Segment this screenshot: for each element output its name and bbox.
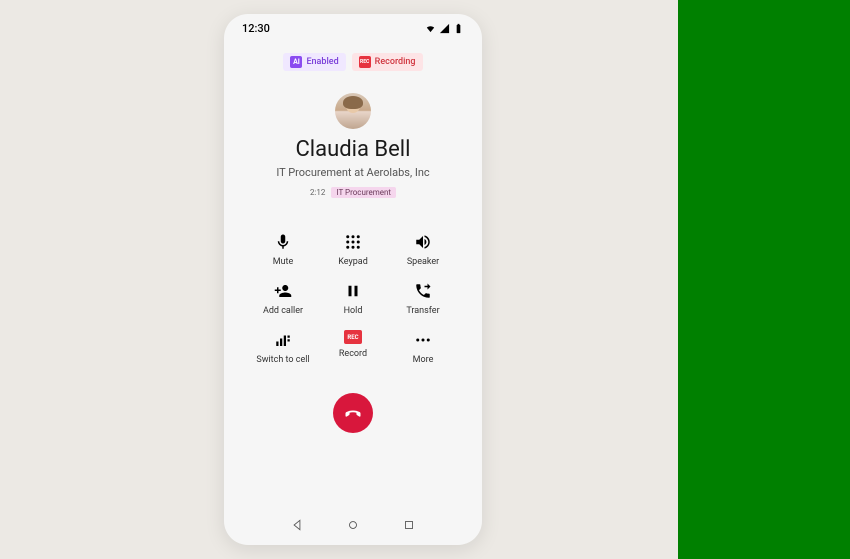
switch-to-cell-button[interactable]: Switch to cell	[248, 330, 318, 365]
hangup-icon	[343, 403, 363, 423]
mute-label: Mute	[273, 257, 294, 267]
status-badges: AI Enabled REC Recording	[224, 53, 482, 71]
status-time: 12:30	[242, 22, 270, 35]
add-person-icon	[273, 281, 293, 301]
more-icon	[413, 330, 433, 350]
add-caller-label: Add caller	[263, 306, 303, 316]
signal-icon	[439, 23, 450, 34]
nav-back-button[interactable]	[290, 518, 304, 532]
keypad-icon	[343, 232, 363, 252]
ai-enabled-badge: AI Enabled	[283, 53, 345, 71]
battery-icon	[453, 23, 464, 34]
record-button[interactable]: REC Record	[318, 330, 388, 365]
recording-badge: REC Recording	[352, 53, 423, 71]
speaker-icon	[413, 232, 433, 252]
triangle-back-icon	[290, 518, 304, 532]
nav-recent-button[interactable]	[402, 518, 416, 532]
mic-icon	[273, 232, 293, 252]
call-tag: IT Procurement	[331, 187, 396, 198]
ai-icon: AI	[290, 56, 302, 68]
ai-enabled-label: Enabled	[306, 57, 338, 67]
keypad-label: Keypad	[338, 257, 368, 267]
transfer-icon	[413, 281, 433, 301]
call-controls-grid: Mute Keypad Speaker Add caller Hold	[248, 232, 458, 365]
avatar	[335, 93, 371, 129]
android-nav-bar	[224, 505, 482, 545]
recording-label: Recording	[375, 57, 416, 67]
call-meta: 2:12 IT Procurement	[224, 187, 482, 198]
transfer-button[interactable]: Transfer	[388, 281, 458, 316]
mute-button[interactable]: Mute	[248, 232, 318, 267]
rec-icon: REC	[359, 56, 371, 68]
transfer-label: Transfer	[406, 306, 439, 316]
record-label: Record	[339, 349, 367, 359]
caller-subtitle: IT Procurement at Aerolabs, Inc	[224, 166, 482, 179]
switch-to-cell-label: Switch to cell	[256, 355, 309, 365]
call-duration: 2:12	[310, 188, 325, 197]
caller-name: Claudia Bell	[224, 137, 482, 162]
speaker-label: Speaker	[407, 257, 439, 267]
hold-button[interactable]: Hold	[318, 281, 388, 316]
pause-icon	[343, 281, 363, 301]
more-label: More	[413, 355, 434, 365]
side-panel	[678, 0, 850, 559]
square-recent-icon	[402, 518, 416, 532]
more-button[interactable]: More	[388, 330, 458, 365]
status-bar: 12:30	[224, 14, 482, 39]
status-icons	[425, 23, 464, 34]
hold-label: Hold	[344, 306, 363, 316]
phone-frame: 12:30 AI Enabled REC Recording Claudia B…	[224, 14, 482, 545]
cell-signal-icon	[273, 330, 293, 350]
hangup-button[interactable]	[333, 393, 373, 433]
keypad-button[interactable]: Keypad	[318, 232, 388, 267]
add-caller-button[interactable]: Add caller	[248, 281, 318, 316]
circle-home-icon	[346, 518, 360, 532]
nav-home-button[interactable]	[346, 518, 360, 532]
wifi-icon	[425, 23, 436, 34]
speaker-button[interactable]: Speaker	[388, 232, 458, 267]
record-icon: REC	[344, 330, 362, 344]
